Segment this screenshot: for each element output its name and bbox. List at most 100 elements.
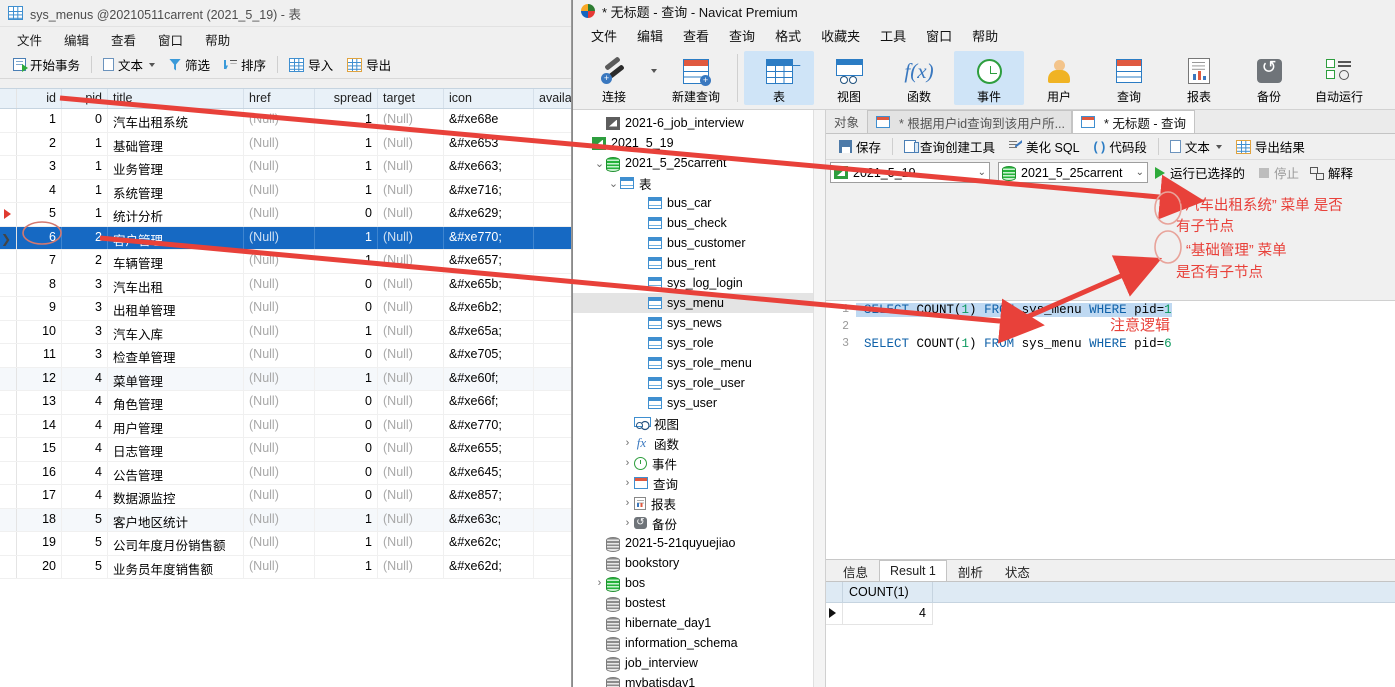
cell-title[interactable]: 出租单管理 [108,297,244,320]
import-button[interactable]: 导入 [282,53,340,76]
text-button[interactable]: 文本 [1163,135,1229,158]
cell-available[interactable] [534,321,571,344]
cell-pid[interactable]: 3 [62,273,108,296]
explain-button[interactable]: 解释 [1306,163,1360,182]
toolbar-button-query[interactable]: 查询 [1094,51,1164,105]
export-button[interactable]: 导出 [340,53,398,76]
sql-line[interactable]: 1 SELECT COUNT(1) FROM sys_menu WHERE pid… [826,301,1395,318]
cell-available[interactable] [534,556,571,579]
column-header-icon[interactable]: icon [444,89,534,108]
cell-href[interactable]: (Null) [244,438,315,461]
toolbar-button-function[interactable]: f(x) 函数 [884,51,954,105]
chevron-right-icon[interactable]: › [621,477,634,489]
table-row[interactable]: 1 0 汽车出租系统 (Null) 1 (Null) &#xe68e [0,109,571,133]
cell-href[interactable]: (Null) [244,250,315,273]
cell-spread[interactable]: 1 [315,250,378,273]
row-marker-cell[interactable] [0,344,17,367]
cell-target[interactable]: (Null) [378,344,444,367]
cell-id[interactable]: 16 [17,461,62,484]
column-header-pid[interactable]: pid [62,89,108,108]
cell-id[interactable]: 20 [17,555,62,578]
column-header-target[interactable]: target [378,89,444,108]
connection-select[interactable]: 2021_5_19 ⌄ [830,162,990,183]
cell-target[interactable]: (Null) [378,555,444,578]
result-grid[interactable]: COUNT(1) 4 [826,582,1395,687]
toolbar-button-user[interactable]: 用户 [1024,51,1094,105]
cell-spread[interactable]: 1 [315,320,378,343]
table-row[interactable]: 15 4 日志管理 (Null) 0 (Null) &#xe655; [0,438,571,462]
tree-item-2021-5-21quyuejiao[interactable]: 2021-5-21quyuejiao [573,533,825,553]
cell-spread[interactable]: 0 [315,391,378,414]
cell-available[interactable] [534,250,571,273]
column-header-href[interactable]: href [244,89,315,108]
chevron-down-icon[interactable]: ⌄ [1136,167,1144,178]
result-tab-result1[interactable]: Result 1 [879,560,947,581]
tab-saved-query[interactable]: * 根据用户id查询到该用户所... [867,110,1073,133]
tree-item-bookstory[interactable]: bookstory [573,553,825,573]
cell-href[interactable]: (Null) [244,179,315,202]
database-select[interactable]: 2021_5_25carrent ⌄ [998,162,1148,183]
cell-target[interactable]: (Null) [378,485,444,508]
cell-available[interactable] [534,133,571,156]
cell-target[interactable]: (Null) [378,532,444,555]
toolbar-button-backup[interactable]: 备份 [1234,51,1304,105]
table-row[interactable]: 7 2 车辆管理 (Null) 1 (Null) &#xe657; [0,250,571,274]
tab-untitled-query[interactable]: * 无标题 - 查询 [1072,110,1195,133]
tree-item-[interactable]: › 报表 [573,493,825,513]
cell-title[interactable]: 业务员年度销售额 [108,555,244,578]
row-marker-cell[interactable]: ❯ [0,226,17,249]
row-marker-cell[interactable] [0,250,17,273]
snippet-button[interactable]: ( ) 代码段 [1087,135,1154,158]
tree-item-bostest[interactable]: bostest [573,593,825,613]
cell-title[interactable]: 数据源监控 [108,485,244,508]
chevron-right-icon[interactable]: › [621,517,634,529]
menu-item-view[interactable]: 查看 [673,23,719,48]
cell-pid[interactable]: 4 [62,391,108,414]
cell-title[interactable]: 客户地区统计 [108,508,244,531]
cell-icon[interactable]: &#xe65b; [444,273,534,296]
menu-item-edit[interactable]: 编辑 [627,23,673,48]
cell-id[interactable]: 13 [17,391,62,414]
sql-line-text[interactable]: SELECT COUNT(1) FROM sys_menu WHERE pid=… [856,337,1172,351]
row-marker-cell[interactable] [0,485,17,508]
menu-item-tools[interactable]: 工具 [870,23,916,48]
table-row[interactable]: 8 3 汽车出租 (Null) 0 (Null) &#xe65b; [0,273,571,297]
cell-href[interactable]: (Null) [244,555,315,578]
row-marker-cell[interactable] [0,320,17,343]
cell-icon[interactable]: &#xe629; [444,203,534,226]
cell-title[interactable]: 业务管理 [108,156,244,179]
cell-id[interactable]: 18 [17,508,62,531]
cell-icon[interactable]: &#xe657; [444,250,534,273]
table-row[interactable]: 9 3 出租单管理 (Null) 0 (Null) &#xe6b2; [0,297,571,321]
cell-icon[interactable]: &#xe770; [444,414,534,437]
toolbar-button-connection[interactable]: + 连接 [579,51,649,105]
cell-icon[interactable]: &#xe705; [444,344,534,367]
chevron-down-icon[interactable] [1215,144,1222,149]
table-row[interactable]: 2 1 基础管理 (Null) 1 (Null) &#xe653 [0,132,571,156]
chevron-right-icon[interactable]: › [621,497,634,509]
table-row[interactable]: 19 5 公司年度月份销售额 (Null) 1 (Null) &#xe62c; [0,532,571,556]
run-selected-button[interactable]: 运行已选择的 [1148,163,1252,182]
cell-pid[interactable]: 4 [62,485,108,508]
cell-available[interactable] [534,415,571,438]
chevron-down-icon[interactable]: ⌄ [579,137,592,150]
row-marker-cell[interactable] [0,391,17,414]
row-marker-cell[interactable] [0,555,17,578]
connection-dropdown-caret[interactable] [649,51,661,87]
cell-id[interactable]: 15 [17,438,62,461]
menu-item-favorites[interactable]: 收藏夹 [811,23,870,48]
tree-item-sys_log_login[interactable]: sys_log_login [573,273,825,293]
text-button[interactable]: 文本 [96,53,162,76]
cell-spread[interactable]: 1 [315,156,378,179]
row-marker-cell[interactable] [0,508,17,531]
toolbar-button-new-query[interactable]: + 新建查询 [661,51,731,105]
cell-title[interactable]: 系统管理 [108,179,244,202]
menu-item-window[interactable]: 窗口 [916,23,962,48]
menu-item-window[interactable]: 窗口 [147,27,194,52]
cell-pid[interactable]: 4 [62,367,108,390]
table-row[interactable]: 12 4 菜单管理 (Null) 1 (Null) &#xe60f; [0,367,571,391]
tree-item-2021-6_job_interview[interactable]: 2021-6_job_interview [573,113,825,133]
tree-item-sys_role[interactable]: sys_role [573,333,825,353]
cell-target[interactable]: (Null) [378,203,444,226]
result-row[interactable]: 4 [826,603,1395,625]
